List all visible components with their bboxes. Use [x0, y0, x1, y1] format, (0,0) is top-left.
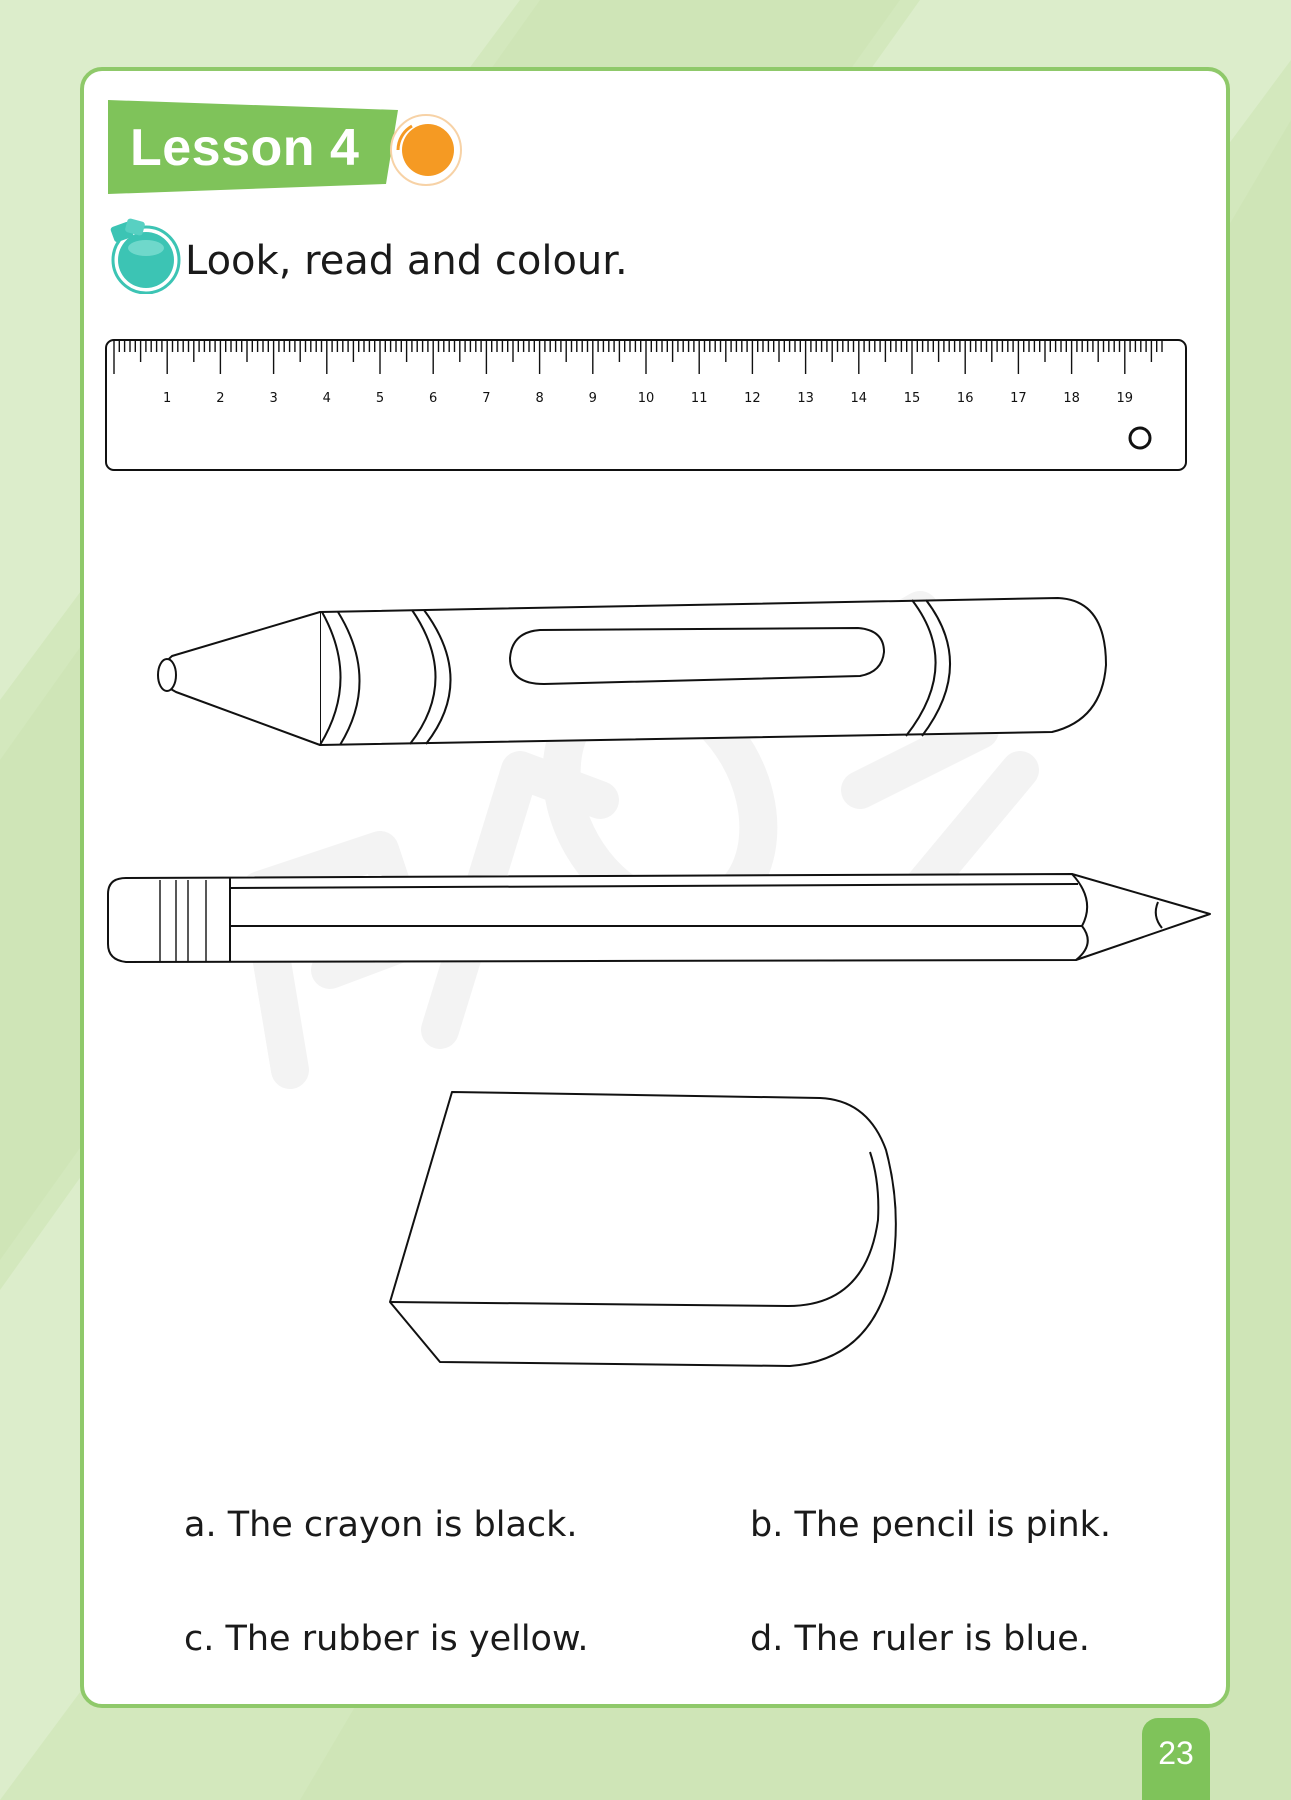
pencil-drawing[interactable] [107, 873, 1211, 963]
rubber-drawing[interactable] [389, 1091, 897, 1367]
sentence-a: a. The crayon is black. [184, 1505, 578, 1545]
ruler-tick-label: 1 [163, 391, 171, 406]
ruler-tick-label: 3 [269, 391, 277, 406]
sentence-b: b. The pencil is pink. [750, 1505, 1112, 1545]
ruler-tick-label: 5 [376, 391, 384, 406]
ruler-tick-label: 7 [482, 391, 490, 406]
ruler-tick-label: 11 [691, 391, 708, 406]
sentence-c: c. The rubber is yellow. [184, 1619, 589, 1659]
ruler-tick-label: 2 [216, 391, 224, 406]
ruler-tick-label: 16 [957, 391, 974, 406]
ruler-tick-label: 4 [323, 391, 331, 406]
crayon-drawing[interactable] [157, 597, 1107, 746]
page-number: 23 [1158, 1735, 1194, 1771]
ruler-tick-label: 19 [1117, 391, 1134, 406]
ruler-tick-label: 6 [429, 391, 437, 406]
ruler-tick-label: 10 [638, 391, 655, 406]
sentence-d: d. The ruler is blue. [750, 1619, 1090, 1659]
ruler-tick-label: 13 [797, 391, 814, 406]
ruler-tick-label: 18 [1063, 391, 1080, 406]
ruler-tick-label: 15 [904, 391, 921, 406]
ruler-tick-label: 14 [851, 391, 868, 406]
ruler-tick-label: 12 [744, 391, 761, 406]
ruler-tick-label: 17 [1010, 391, 1027, 406]
ruler-tick-label: 9 [589, 391, 597, 406]
ruler-tick-label: 8 [535, 391, 543, 406]
